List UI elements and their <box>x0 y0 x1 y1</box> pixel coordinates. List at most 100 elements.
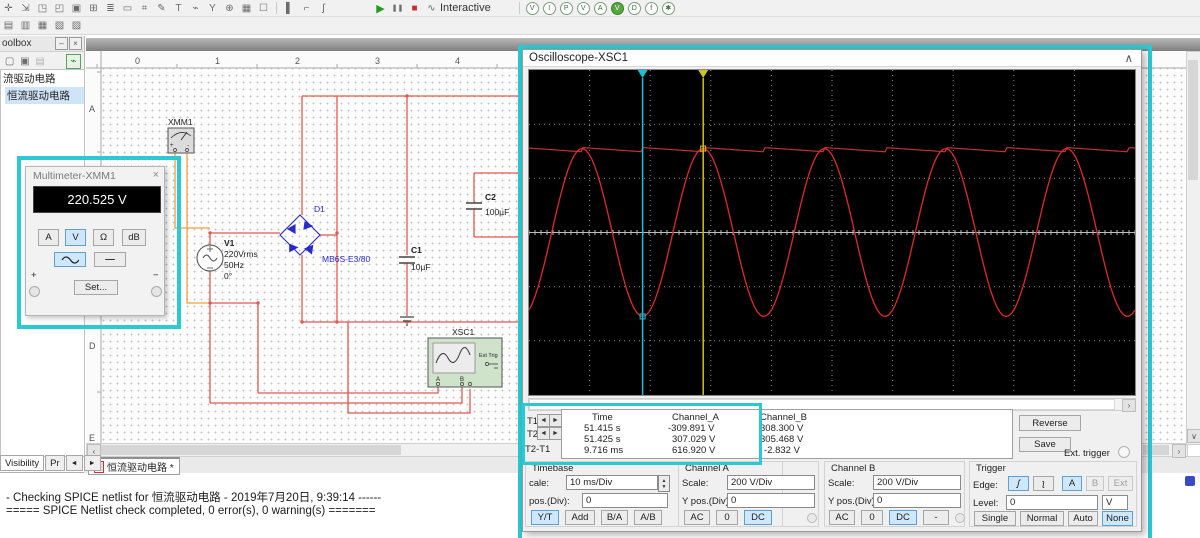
component-c2[interactable]: C2 100µF <box>466 192 509 217</box>
trigger-auto-button[interactable]: Auto <box>1068 511 1098 526</box>
tree-item-sheet[interactable]: 恒流驱动电路 <box>5 87 84 104</box>
interactive-dropdown[interactable]: Interactive <box>440 2 491 14</box>
component-c1[interactable]: C1 10µF <box>399 245 431 272</box>
save-design-icon[interactable]: ▤ <box>34 55 47 68</box>
toolbox-close-button[interactable]: × <box>69 37 82 50</box>
trigger-normal-button[interactable]: Normal <box>1020 511 1064 526</box>
channel-b-0-button[interactable]: 0 <box>861 510 883 525</box>
trigger-none-button[interactable]: None <box>1102 511 1133 526</box>
tabs-scroll-left[interactable]: ◄ <box>65 455 83 471</box>
tab-project[interactable]: Pr <box>45 455 65 471</box>
reverse-button[interactable]: Reverse <box>1019 415 1081 431</box>
probe-voltage-icon[interactable]: V <box>525 1 539 15</box>
cursor-t1-flag[interactable] <box>637 70 648 78</box>
grapher-view-icon[interactable]: ▤ <box>1 19 16 32</box>
component-v1[interactable]: V1 220Vrms 50Hz 0° <box>196 238 258 281</box>
probe-digital-icon[interactable]: D <box>627 1 641 15</box>
channel-a-0-button[interactable]: 0 <box>716 510 738 525</box>
zoom-area-icon[interactable]: ▣ <box>69 2 84 15</box>
multimeter-mode-ohm-button[interactable]: Ω <box>93 229 114 246</box>
channel-b-minus-button[interactable]: - <box>923 510 949 525</box>
component-xsc1[interactable]: Ext Trig A B XSC1 <box>427 327 503 388</box>
add-button[interactable]: Add <box>565 510 595 525</box>
ab-button[interactable]: A/B <box>634 510 662 525</box>
ext-trigger-terminal[interactable] <box>1118 446 1130 458</box>
channel-b-scale-field[interactable]: 200 V/Div <box>873 475 961 490</box>
breadboard-icon[interactable]: ⌐ <box>299 2 314 15</box>
trigger-ext-button[interactable]: Ext <box>1108 476 1133 491</box>
junction-icon[interactable]: Y <box>205 2 220 15</box>
multimeter-plus-terminal[interactable] <box>29 286 40 297</box>
sheet-icon[interactable]: ▦ <box>239 2 254 15</box>
oscilloscope-titlebar[interactable]: Oscilloscope-XSC1 ∧ <box>523 50 1141 67</box>
channel-b-ac-button[interactable]: AC <box>829 510 855 525</box>
text-icon[interactable]: T <box>171 2 186 15</box>
multimeter-dialog[interactable]: Multimeter-XMM1 × 220.525 V A V Ω dB — +… <box>25 166 165 316</box>
wave-icon[interactable]: ʃ <box>316 2 331 15</box>
wire-icon[interactable]: ✎ <box>154 2 169 15</box>
trigger-level-unit[interactable]: V <box>1102 495 1128 510</box>
collapse-icon[interactable]: ∧ <box>1125 51 1133 65</box>
trigger-a-button[interactable]: A <box>1062 476 1082 491</box>
multimeter-mode-db-button[interactable]: dB <box>122 229 146 246</box>
channel-a-dc-button[interactable]: DC <box>744 510 772 525</box>
full-screen-icon[interactable]: ≣ <box>103 2 118 15</box>
report-icon[interactable]: ▨ <box>69 19 84 32</box>
vscroll-down-arrow[interactable]: ∨ <box>1187 429 1200 443</box>
probe-freq-icon[interactable]: f <box>644 1 658 15</box>
trigger-level-field[interactable]: 0 <box>1006 495 1098 510</box>
zoom-in-icon[interactable]: ◳ <box>35 2 50 15</box>
probe-settings-icon[interactable]: ✱ <box>661 1 675 15</box>
pan-icon[interactable]: ⇲ <box>18 2 33 15</box>
multimeter-ac-button[interactable] <box>54 252 86 267</box>
database-icon[interactable]: ▧ <box>52 19 67 32</box>
multimeter-mode-a-button[interactable]: A <box>38 229 59 246</box>
channel-a-ypos-field[interactable]: 0 <box>727 493 815 508</box>
spinner-down-icon[interactable]: ▼ <box>662 484 667 490</box>
trigger-b-button[interactable]: B <box>1086 476 1104 491</box>
scope-hscroll-right-arrow[interactable]: › <box>1122 399 1136 412</box>
timebase-xpos-field[interactable]: 0 <box>582 493 668 508</box>
oscilloscope-dialog[interactable]: Oscilloscope-XSC1 ∧ › T1 ◄ ► T2 ◄ ► T2-T… <box>522 49 1142 532</box>
timebase-scale-spinner[interactable]: ▲ ▼ <box>658 475 670 492</box>
multimeter-mode-v-button[interactable]: V <box>65 229 86 246</box>
tabs-scroll-right[interactable]: ► <box>83 455 101 471</box>
tab-visibility[interactable]: Visibility <box>0 455 45 471</box>
multimeter-close-icon[interactable]: × <box>153 169 159 181</box>
tree-item-design[interactable]: 流驱动电路 <box>1 70 84 87</box>
select-icon[interactable]: ✛ <box>1 2 16 15</box>
cursor-t2-flag[interactable] <box>698 70 709 78</box>
multimeter-dc-button[interactable]: — <box>94 252 126 267</box>
multimeter-set-button[interactable]: Set... <box>74 280 118 295</box>
bar-icon[interactable]: ▌ <box>282 2 297 15</box>
pause-button[interactable]: ❚❚ <box>390 2 405 15</box>
trigger-rising-edge-button[interactable]: ʃ <box>1008 476 1029 491</box>
timebase-scale-field[interactable]: 10 ms/Div <box>566 475 658 490</box>
component-xmm1[interactable]: + - XMM1 <box>167 117 195 154</box>
bus-icon[interactable]: ⌁ <box>188 2 203 15</box>
sheet-tab-active[interactable]: 恒流驱动电路 * <box>88 457 180 475</box>
open-design-icon[interactable]: ▣ <box>18 55 31 68</box>
ground-symbol[interactable] <box>400 316 414 326</box>
component-d1[interactable]: D1 MB6S-E3/80 <box>279 204 370 264</box>
ba-button[interactable]: B/A <box>601 510 628 525</box>
probe-diff-voltage-icon[interactable]: V <box>576 1 590 15</box>
probe-power-icon[interactable]: P <box>559 1 573 15</box>
stop-button[interactable]: ■ <box>407 2 422 15</box>
hscroll-thumb[interactable] <box>101 445 401 455</box>
erase-icon[interactable]: ☐ <box>256 2 271 15</box>
multimeter-minus-terminal[interactable] <box>151 286 162 297</box>
probe-vi-icon[interactable]: A <box>593 1 607 15</box>
channel-a-scale-field[interactable]: 200 V/Div <box>727 475 815 490</box>
zoom-fit-icon[interactable]: ⊞ <box>86 2 101 15</box>
channel-a-ac-button[interactable]: AC <box>684 510 710 525</box>
grapher-icon[interactable]: ▭ <box>120 2 135 15</box>
trigger-single-button[interactable]: Single <box>974 511 1016 526</box>
toolbox-minimize-button[interactable]: – <box>55 37 68 50</box>
new-design-icon[interactable]: ▢ <box>3 55 16 68</box>
spreadsheet-icon[interactable]: ▦ <box>35 19 50 32</box>
enable-view-icon[interactable]: ⌁ <box>65 53 81 69</box>
trigger-falling-edge-button[interactable]: ʅ <box>1033 476 1054 491</box>
vscroll-thumb[interactable] <box>1188 60 1198 180</box>
run-button[interactable]: ▶ <box>373 2 388 15</box>
